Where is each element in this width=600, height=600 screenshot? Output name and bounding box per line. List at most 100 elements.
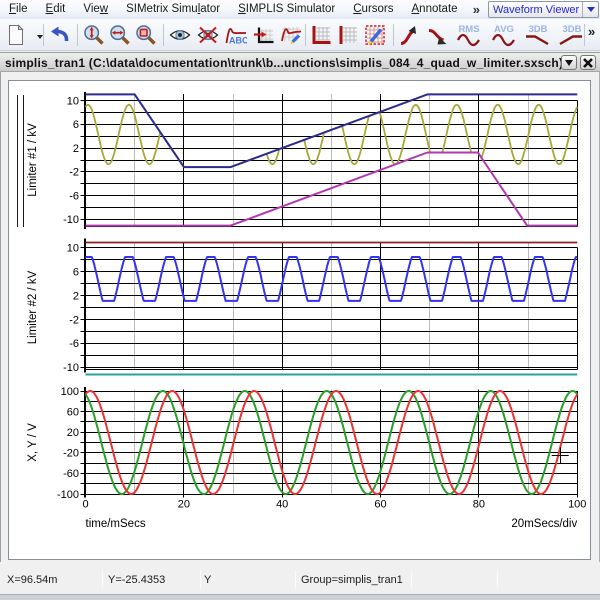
- menu-bar: FileEditViewSIMetrix SimulatorSIMPLIS Si…: [0, 0, 600, 19]
- y-tick-label: 6: [73, 266, 79, 278]
- y-tick-label: -2: [69, 167, 79, 179]
- collapse-window-button[interactable]: [561, 55, 577, 70]
- edit-grid-icon: [364, 24, 386, 46]
- graph-cursor-crosshair[interactable]: [552, 447, 569, 464]
- show-probe-button[interactable]: [168, 22, 192, 48]
- menu-view[interactable]: View: [74, 0, 117, 19]
- y-tick-labels: 1062-2-6-10: [63, 243, 79, 375]
- hide-probe-button[interactable]: [196, 22, 220, 48]
- status-separator: [200, 571, 201, 588]
- avg-button[interactable]: AVG: [488, 22, 520, 48]
- annotate-text-button[interactable]: ABC: [224, 22, 248, 48]
- db3-down-button[interactable]: 3DB: [522, 22, 554, 48]
- close-window-button[interactable]: [580, 55, 596, 70]
- toolbar-separator: [43, 24, 44, 46]
- x-tick-label: 40: [276, 499, 288, 511]
- y-tick-label: 2: [73, 290, 79, 302]
- toolbar-separator: [584, 24, 585, 46]
- new-document-button[interactable]: [4, 22, 28, 48]
- add-curve-icon: [253, 24, 275, 46]
- viewer-mode-select[interactable]: Waveform Viewer: [488, 1, 599, 18]
- toolbar-separator: [163, 24, 164, 46]
- y-tick-label: 20: [67, 427, 79, 439]
- avg-icon: AVG: [489, 23, 519, 47]
- edit-curve-icon: [280, 24, 302, 46]
- status-separator: [295, 571, 296, 588]
- y-axis-title-p2[interactable]: Limiter #2 / kV: [27, 270, 39, 344]
- y-axis-title-p3[interactable]: X, Y / V: [27, 423, 39, 462]
- y-tick-label: -6: [69, 338, 79, 350]
- curve-prev-icon: [399, 24, 421, 46]
- x-scale-per-div: 20mSecs/div: [511, 518, 577, 530]
- new-grid-icon: [337, 24, 359, 46]
- svg-text:ABC: ABC: [229, 36, 247, 46]
- zoom-x-icon: [109, 24, 131, 46]
- menu-file[interactable]: File: [0, 0, 37, 19]
- edit-curve-button[interactable]: [279, 22, 303, 48]
- new-grid-button[interactable]: [336, 22, 360, 48]
- x-axis: 020406080100time/mSecs20mSecs/div: [82, 494, 586, 530]
- menu-simetrix-simulator[interactable]: SIMetrix Simulator: [117, 0, 229, 19]
- y-tick-label: -20: [63, 448, 79, 460]
- x-axis-title[interactable]: time/mSecs: [86, 518, 146, 530]
- y-tick-labels: 1062-2-6-10: [63, 95, 79, 226]
- toolbar: ABCRMSAVG3DB3DB»: [0, 19, 600, 51]
- hide-probe-icon: [197, 24, 219, 46]
- svg-text:RMS: RMS: [458, 24, 479, 35]
- menu-edit[interactable]: Edit: [37, 0, 75, 19]
- y-tick-label: -60: [63, 468, 79, 480]
- status-cursor-y: Y=-25.4353: [108, 574, 165, 586]
- new-axis-icon: [310, 24, 332, 46]
- undo-button[interactable]: [48, 22, 72, 48]
- chevron-down-icon: [587, 7, 595, 12]
- svg-text:AVG: AVG: [494, 24, 514, 35]
- y-tick-label: -100: [57, 489, 79, 501]
- new-axis-button[interactable]: [309, 22, 333, 48]
- add-curve-button[interactable]: [252, 22, 276, 48]
- status-curve: Y: [204, 574, 211, 586]
- plot-p1: 1062-2-6-10Limiter #1 / kV: [18, 92, 578, 229]
- y-tick-label: -2: [69, 314, 79, 326]
- menu-overflow-chevron-icon[interactable]: »: [467, 2, 486, 17]
- menu-annotate[interactable]: Annotate: [403, 0, 467, 19]
- zoom-x-button[interactable]: [108, 22, 132, 48]
- x-tick-label: 100: [568, 499, 586, 511]
- status-separator: [411, 571, 412, 588]
- y-tick-label: 100: [61, 386, 79, 398]
- rms-button[interactable]: RMS: [453, 22, 485, 48]
- y-tick-label: -10: [63, 214, 79, 226]
- svg-text:3DB: 3DB: [528, 24, 547, 35]
- show-probe-icon: [169, 24, 191, 46]
- y-axis-title-p1[interactable]: Limiter #1 / kV: [27, 123, 39, 197]
- waveform-plot-svg: 1062-2-6-10Limiter #1 / kV1062-2-6-10Lim…: [0, 0, 600, 600]
- y-tick-label: 6: [73, 119, 79, 131]
- window-frame-left: [0, 52, 1, 594]
- status-separator: [102, 571, 103, 588]
- db3-up-icon: 3DB: [557, 23, 587, 47]
- edit-grid-button[interactable]: [363, 22, 387, 48]
- menu-cursors[interactable]: Cursors: [344, 0, 402, 19]
- y-tick-label: 60: [67, 406, 79, 418]
- curve-next-button[interactable]: [426, 22, 450, 48]
- curve-prev-button[interactable]: [398, 22, 422, 48]
- zoom-box-button[interactable]: [134, 22, 158, 48]
- new-document-icon: [5, 24, 27, 46]
- toolbar-overflow-chevron-icon[interactable]: »: [588, 24, 595, 39]
- viewer-mode-dropdown-button[interactable]: [582, 2, 598, 17]
- minor-vgrid: [135, 242, 529, 370]
- y-tick-labels: 100 60 20 -20 -60 -100: [57, 386, 79, 501]
- window-bottom-edge: [0, 594, 600, 600]
- selected-axis-grip[interactable]: [18, 95, 24, 227]
- y-axis: [81, 239, 86, 373]
- annotate-text-icon: ABC: [225, 24, 247, 46]
- menu-simplis-simulator[interactable]: SIMPLIS Simulator: [229, 0, 344, 19]
- db3-down-icon: 3DB: [523, 23, 553, 47]
- undo-icon: [49, 24, 71, 46]
- status-bar: X=96.54mY=-25.4353YGroup=simplis_tran1: [0, 562, 600, 594]
- graph-window-title-bar[interactable]: simplis_tran1 (C:\data\documentation\tru…: [0, 52, 600, 72]
- down-triangle-icon: [565, 60, 573, 66]
- y-tick-label: -10: [63, 362, 79, 374]
- close-icon: [583, 58, 593, 68]
- x-tick-label: 0: [82, 499, 88, 511]
- zoom-y-button[interactable]: [82, 22, 106, 48]
